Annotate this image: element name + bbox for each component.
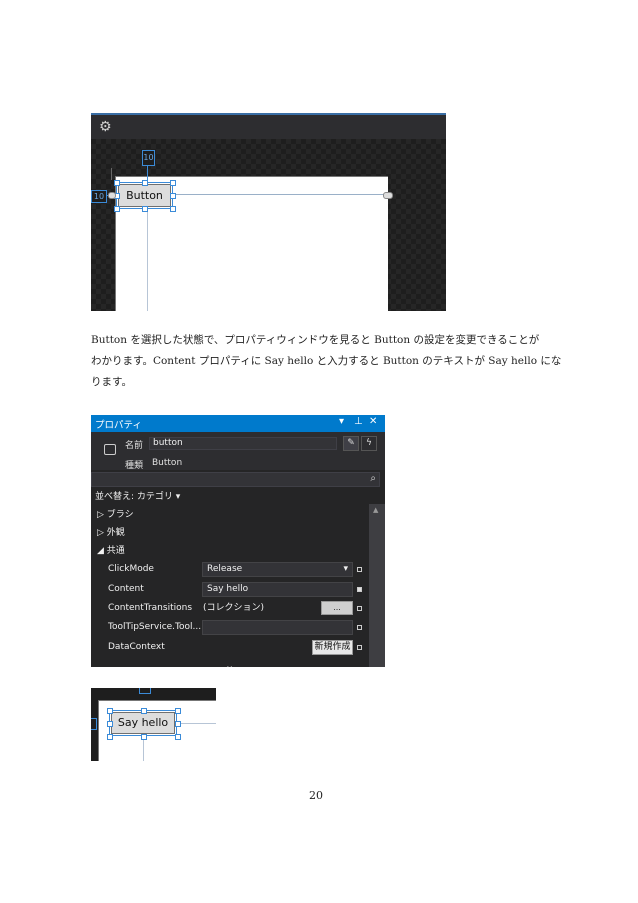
category-label: ブラシ [106,510,134,520]
resize-handle[interactable] [141,734,147,740]
content-input[interactable]: Say hello [202,582,353,597]
margin-top-indicator[interactable]: 10 [142,150,155,166]
resize-handle[interactable] [142,180,148,186]
wrench-icon[interactable]: ✎ [343,436,359,451]
collection-edit-button[interactable]: ... [321,601,353,615]
chevron-down-icon[interactable]: ▾ [339,416,344,427]
margin-left-indicator[interactable] [91,718,97,730]
expand-icon: ▷ [97,510,104,520]
name-input[interactable]: button [149,437,337,450]
alignment-guide-horizontal [177,723,216,724]
resize-handle[interactable] [114,180,120,186]
resize-handle[interactable] [141,708,147,714]
gear-icon[interactable]: ⚙ [99,119,115,135]
category-brush[interactable]: ▷ ブラシ [97,506,374,524]
resize-handle[interactable] [170,193,176,199]
collapse-icon: ◢ [97,546,104,556]
category-label: 共通 [106,546,125,556]
panel-titlebar: プロパティ ▾ ⊥ ✕ [91,415,385,432]
property-marker[interactable] [357,625,362,630]
type-value: Button [152,458,183,468]
element-icon [104,444,116,455]
chevron-down-icon: ▾ [343,564,348,574]
clickmode-select[interactable]: Release ▾ [202,562,353,577]
property-marker[interactable] [357,645,362,650]
expand-icon: ▷ [97,528,104,538]
ruler-tick [111,168,112,180]
resize-handle[interactable] [170,180,176,186]
expand-more-icon[interactable]: ⌄ [225,659,234,667]
anchor-icon[interactable] [383,192,393,199]
resize-handle[interactable] [175,721,181,727]
new-button[interactable]: 新規作成 [312,640,353,655]
search-icon: ⌕ [370,473,376,484]
designer-screenshot: ⚙ 10 10 Button [91,113,446,311]
body-text-line: Button を選択した状態で、プロパティウィンドウを見ると Button の設… [91,334,540,346]
resize-handle[interactable] [142,206,148,212]
property-marker[interactable] [357,606,362,611]
sort-dropdown[interactable]: 並べ替え: カテゴリ ▾ [95,488,372,506]
category-label: 外観 [106,528,125,538]
resize-handle[interactable] [175,708,181,714]
property-value: (コレクション) [203,603,265,613]
category-common[interactable]: ◢ 共通 [97,542,374,560]
property-marker[interactable] [357,587,362,592]
resize-handle[interactable] [107,721,113,727]
close-icon[interactable]: ✕ [369,416,377,427]
resize-handle[interactable] [107,708,113,714]
panel-title: プロパティ [95,420,142,431]
resize-handle[interactable] [114,206,120,212]
property-search-input[interactable]: ⌕ [91,472,380,487]
resize-handle[interactable] [107,734,113,740]
body-text-line: ります。 [91,376,132,388]
designer-screenshot-result: Say hello [91,688,216,761]
clickmode-value: Release [207,564,243,574]
tooltip-input[interactable] [202,620,353,635]
page-number: 20 [309,789,323,802]
scroll-up-icon[interactable]: ▲ [373,506,378,514]
margin-left-indicator[interactable]: 10 [91,190,107,203]
property-marker[interactable] [357,567,362,572]
margin-top-indicator[interactable] [139,688,151,694]
name-label: 名前 [125,441,144,451]
lightning-icon[interactable]: ϟ [361,436,377,451]
scrollbar[interactable]: ▲ [369,504,385,667]
type-label: 種類 [125,461,144,471]
designer-toolbar: ⚙ [91,113,446,139]
body-text-line: わかります。Content プロパティに Say hello と入力すると Bu… [91,355,562,367]
pin-icon[interactable]: ⊥ [354,416,363,427]
resize-handle[interactable] [170,206,176,212]
selection-box [116,182,173,209]
properties-panel: プロパティ ▾ ⊥ ✕ 名前 button ✎ ϟ 種類 Button ⌕ 並べ… [91,415,385,667]
category-appearance[interactable]: ▷ 外観 [97,524,374,542]
anchor-icon[interactable] [108,192,116,199]
resize-handle[interactable] [175,734,181,740]
